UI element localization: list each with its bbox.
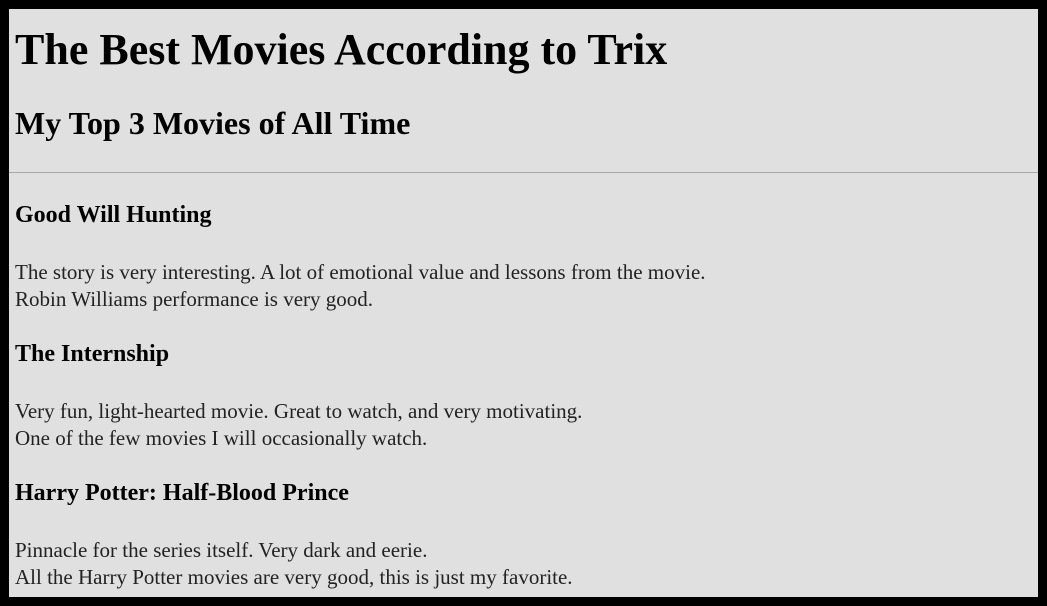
review-line: All the Harry Potter movies are very goo… (15, 565, 573, 589)
review-line: Very fun, light-hearted movie. Great to … (15, 399, 583, 423)
page-frame: The Best Movies According to Trix My Top… (9, 9, 1038, 597)
horizontal-divider (9, 172, 1038, 173)
movie-title: The Internship (15, 341, 170, 367)
page-title: The Best Movies According to Trix (15, 25, 668, 74)
movie-title: Good Will Hunting (15, 202, 212, 228)
review-line: Pinnacle for the series itself. Very dar… (15, 538, 428, 562)
movie-title: Harry Potter: Half-Blood Prince (15, 480, 349, 506)
review-line: The story is very interesting. A lot of … (15, 260, 706, 284)
page-subtitle: My Top 3 Movies of All Time (15, 105, 411, 141)
review-line: Robin Williams performance is very good. (15, 287, 374, 311)
review-line: One of the few movies I will occasionall… (15, 426, 428, 450)
